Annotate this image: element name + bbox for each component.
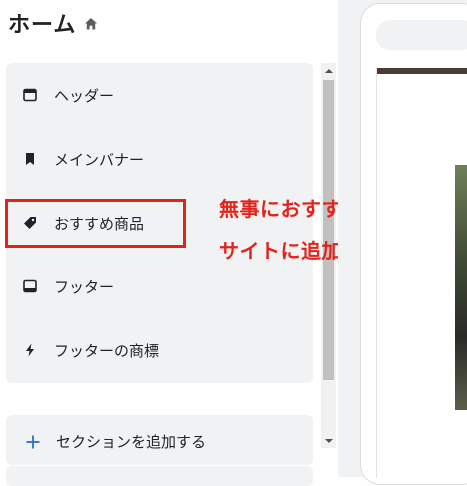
add-section-button[interactable]: セクションを追加する	[6, 423, 313, 459]
preview-product-image	[455, 165, 467, 410]
section-item-footer[interactable]: フッター	[6, 266, 313, 306]
section-item-label: メインバナー	[54, 150, 145, 169]
phone-url-bar	[376, 20, 467, 50]
footer-icon	[23, 279, 37, 293]
section-item-footer-trademark[interactable]: フッターの商標	[6, 330, 313, 370]
page-title-row: ホーム	[8, 8, 98, 38]
page-title: ホーム	[8, 13, 77, 38]
scroll-up-arrow-icon[interactable]	[321, 63, 336, 78]
section-item-label: フッター	[54, 277, 115, 296]
scroll-down-arrow-icon[interactable]	[321, 433, 336, 448]
section-item-label: ヘッダー	[54, 86, 115, 105]
add-section-label: セクションを追加する	[56, 432, 207, 451]
header-icon	[23, 88, 37, 102]
next-group-card	[6, 466, 313, 486]
section-item-header[interactable]: ヘッダー	[6, 75, 313, 115]
section-item-label: おすすめ商品	[54, 214, 145, 233]
bookmark-icon	[23, 152, 37, 166]
sections-list: ヘッダー メインバナー おすすめ商品 フッター フッターの商標	[6, 63, 313, 383]
plus-icon	[26, 434, 40, 449]
lightning-icon	[23, 343, 37, 357]
tag-icon	[23, 216, 37, 230]
section-item-main-banner[interactable]: メインバナー	[6, 139, 313, 179]
phone-content-area	[376, 68, 467, 478]
preview-banner-image	[377, 68, 467, 74]
home-icon[interactable]	[84, 16, 98, 30]
section-item-label: フッターの商標	[54, 341, 160, 360]
add-section-card: セクションを追加する	[6, 415, 313, 465]
scrollbar-thumb[interactable]	[323, 80, 334, 380]
